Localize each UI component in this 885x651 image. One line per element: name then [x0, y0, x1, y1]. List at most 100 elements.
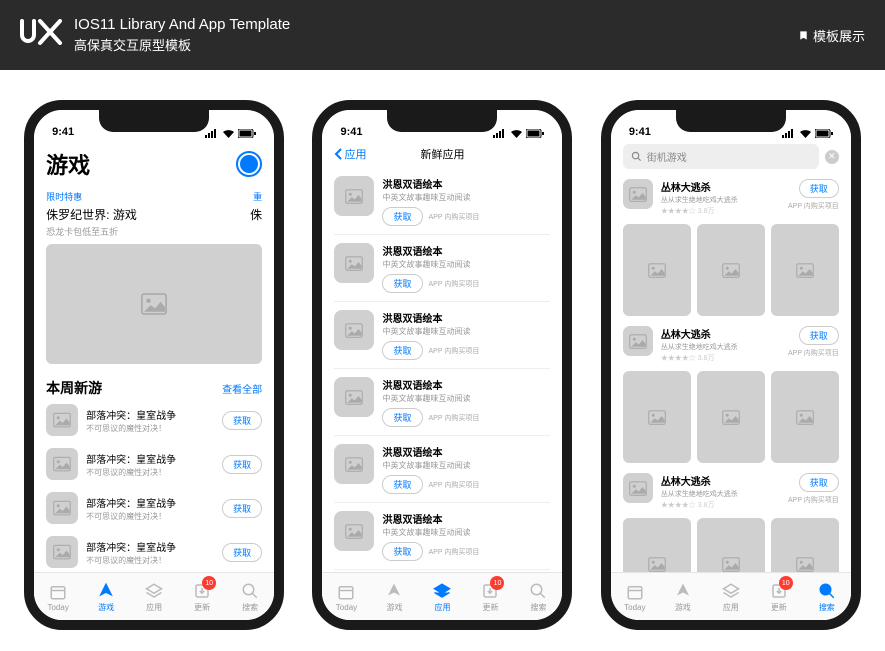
app-icon [334, 444, 374, 484]
tab-apps[interactable]: 应用 [418, 573, 466, 620]
app-icon [334, 511, 374, 551]
badge: 10 [202, 576, 216, 590]
get-button[interactable]: 获取 [799, 473, 839, 492]
tab-today[interactable]: Today [34, 573, 82, 620]
app-icon [46, 536, 78, 568]
rating: ★★★★☆ 3.8万 [661, 206, 780, 216]
tab-today[interactable]: Today [611, 573, 659, 620]
screenshot[interactable] [697, 518, 765, 572]
app-name: 丛林大逃杀 [661, 326, 780, 341]
list-item[interactable]: 洪恩双语绘本 中英文故事趣味互动阅读 获取 APP 内购买项目 [334, 302, 550, 369]
list-item[interactable]: 洪恩双语绘本 中英文故事趣味互动阅读 获取 APP 内购买项目 [334, 436, 550, 503]
search-result[interactable]: 丛林大逃杀 丛从求生绝地吃鸡大逃杀 ★★★★☆ 3.8万 获取 APP 内购买项… [623, 463, 839, 572]
screenshot[interactable] [771, 224, 839, 316]
get-button[interactable]: 获取 [382, 207, 422, 226]
tab-search[interactable]: 搜索 [226, 573, 274, 620]
back-button[interactable]: 应用 [334, 146, 366, 162]
app-name: 部落冲突：皇室战争 [86, 407, 214, 422]
tab-apps[interactable]: 应用 [707, 573, 755, 620]
app-desc: 丛从求生绝地吃鸡大逃杀 [661, 195, 780, 205]
list-item[interactable]: 洪恩双语绘本 中英文故事趣味互动阅读 获取 APP 内购买项目 [334, 369, 550, 436]
rating: ★★★★☆ 3.8万 [661, 500, 780, 510]
screenshot[interactable] [623, 518, 691, 572]
get-button[interactable]: 获取 [799, 179, 839, 198]
list-item[interactable]: 部落冲突：皇室战争 不可思议的魔性对决！ 获取 [46, 442, 262, 486]
status-icons [493, 129, 544, 138]
image-placeholder-icon [140, 293, 168, 315]
list-item[interactable]: 部落冲突：皇室战争 不可思议的魔性对决！ 获取 [46, 486, 262, 530]
search-result[interactable]: 丛林大逃杀 丛从求生绝地吃鸡大逃杀 ★★★★☆ 3.8万 获取 APP 内购买项… [623, 169, 839, 316]
tab-updates[interactable]: 10更新 [178, 573, 226, 620]
app-name: 部落冲突：皇室战争 [86, 539, 214, 554]
list-item[interactable]: 洪恩双语绘本 中英文故事趣味互动阅读 获取 APP 内购买项目 [334, 235, 550, 302]
notch [387, 110, 497, 132]
app-name: 洪恩双语绘本 [382, 377, 550, 392]
search-input[interactable]: 街机游戏 [623, 144, 819, 169]
tab-updates[interactable]: 10更新 [466, 573, 514, 620]
app-icon [46, 448, 78, 480]
iap-label: APP 内购买项目 [429, 480, 480, 490]
hero-image[interactable] [46, 244, 262, 364]
battery-icon [238, 129, 256, 138]
app-name: 部落冲突：皇室战争 [86, 495, 214, 510]
screenshot[interactable] [623, 371, 691, 463]
tab-games[interactable]: 游戏 [82, 573, 130, 620]
promo-title[interactable]: 侏罗纪世界: 游戏 [46, 206, 137, 223]
screenshot[interactable] [771, 371, 839, 463]
phone-search: 9:41 街机游戏 ✕ 丛林大逃杀 丛从求生绝地吃鸡大逃杀 [601, 100, 861, 630]
get-button[interactable]: 获取 [382, 475, 422, 494]
app-desc: 不可思议的魔性对决！ [86, 555, 214, 566]
get-button[interactable]: 获取 [222, 411, 262, 430]
page-title: 新鲜应用 [420, 146, 464, 162]
section-title: 本周新游 [46, 378, 102, 398]
app-desc: 丛从求生绝地吃鸡大逃杀 [661, 489, 780, 499]
tab-today[interactable]: Today [322, 573, 370, 620]
get-button[interactable]: 获取 [222, 499, 262, 518]
app-desc: 中英文故事趣味互动阅读 [382, 259, 550, 270]
app-desc: 不可思议的魔性对决！ [86, 511, 214, 522]
screenshot[interactable] [771, 518, 839, 572]
get-button[interactable]: 获取 [222, 455, 262, 474]
app-desc: 中英文故事趣味互动阅读 [382, 192, 550, 203]
app-desc: 丛从求生绝地吃鸡大逃杀 [661, 342, 780, 352]
screenshot[interactable] [623, 224, 691, 316]
tab-games[interactable]: 游戏 [659, 573, 707, 620]
get-button[interactable]: 获取 [382, 274, 422, 293]
tab-updates[interactable]: 10更新 [755, 573, 803, 620]
clear-button[interactable]: ✕ [825, 150, 839, 164]
list-item[interactable]: 部落冲突：皇室战争 不可思议的魔性对决！ 获取 [46, 398, 262, 442]
get-button[interactable]: 获取 [382, 542, 422, 561]
list-item[interactable]: 洪恩双语绘本 中英文故事趣味互动阅读 获取 APP 内购买项目 [334, 168, 550, 235]
get-button[interactable]: 获取 [799, 326, 839, 345]
tab-search[interactable]: 搜索 [803, 573, 851, 620]
screenshot[interactable] [697, 371, 765, 463]
see-all-link[interactable]: 查看全部 [222, 381, 262, 396]
page-title: 游戏 [46, 148, 90, 180]
app-desc: 中英文故事趣味互动阅读 [382, 393, 550, 404]
iap-label: APP 内购买项目 [788, 201, 839, 211]
iap-label: APP 内购买项目 [429, 212, 480, 222]
search-result[interactable]: 丛林大逃杀 丛从求生绝地吃鸡大逃杀 ★★★★☆ 3.8万 获取 APP 内购买项… [623, 316, 839, 463]
list-item[interactable]: 洪恩双语绘本 中英文故事趣味互动阅读 获取 APP 内购买项目 [334, 503, 550, 570]
layers-icon [145, 582, 163, 600]
profile-avatar[interactable] [236, 151, 262, 177]
tab-search[interactable]: 搜索 [514, 573, 562, 620]
notch [676, 110, 786, 132]
app-desc: 中英文故事趣味互动阅读 [382, 326, 550, 337]
app-desc: 中英文故事趣味互动阅读 [382, 527, 550, 538]
bookmark-icon [798, 30, 809, 41]
tab-games[interactable]: 游戏 [370, 573, 418, 620]
top-header: IOS11 Library And App Template 高保真交互原型模板… [0, 0, 885, 70]
tab-apps[interactable]: 应用 [130, 573, 178, 620]
iap-label: APP 内购买项目 [429, 547, 480, 557]
screenshot[interactable] [697, 224, 765, 316]
showcase-link[interactable]: 模板展示 [798, 26, 865, 45]
app-icon [334, 310, 374, 350]
get-button[interactable]: 获取 [382, 341, 422, 360]
chevron-left-icon [334, 148, 342, 160]
list-item[interactable]: 部落冲突：皇室战争 不可思议的魔性对决！ 获取 [46, 530, 262, 572]
app-icon [623, 473, 653, 503]
get-button[interactable]: 获取 [222, 543, 262, 562]
get-button[interactable]: 获取 [382, 408, 422, 427]
calendar-icon [49, 583, 67, 601]
